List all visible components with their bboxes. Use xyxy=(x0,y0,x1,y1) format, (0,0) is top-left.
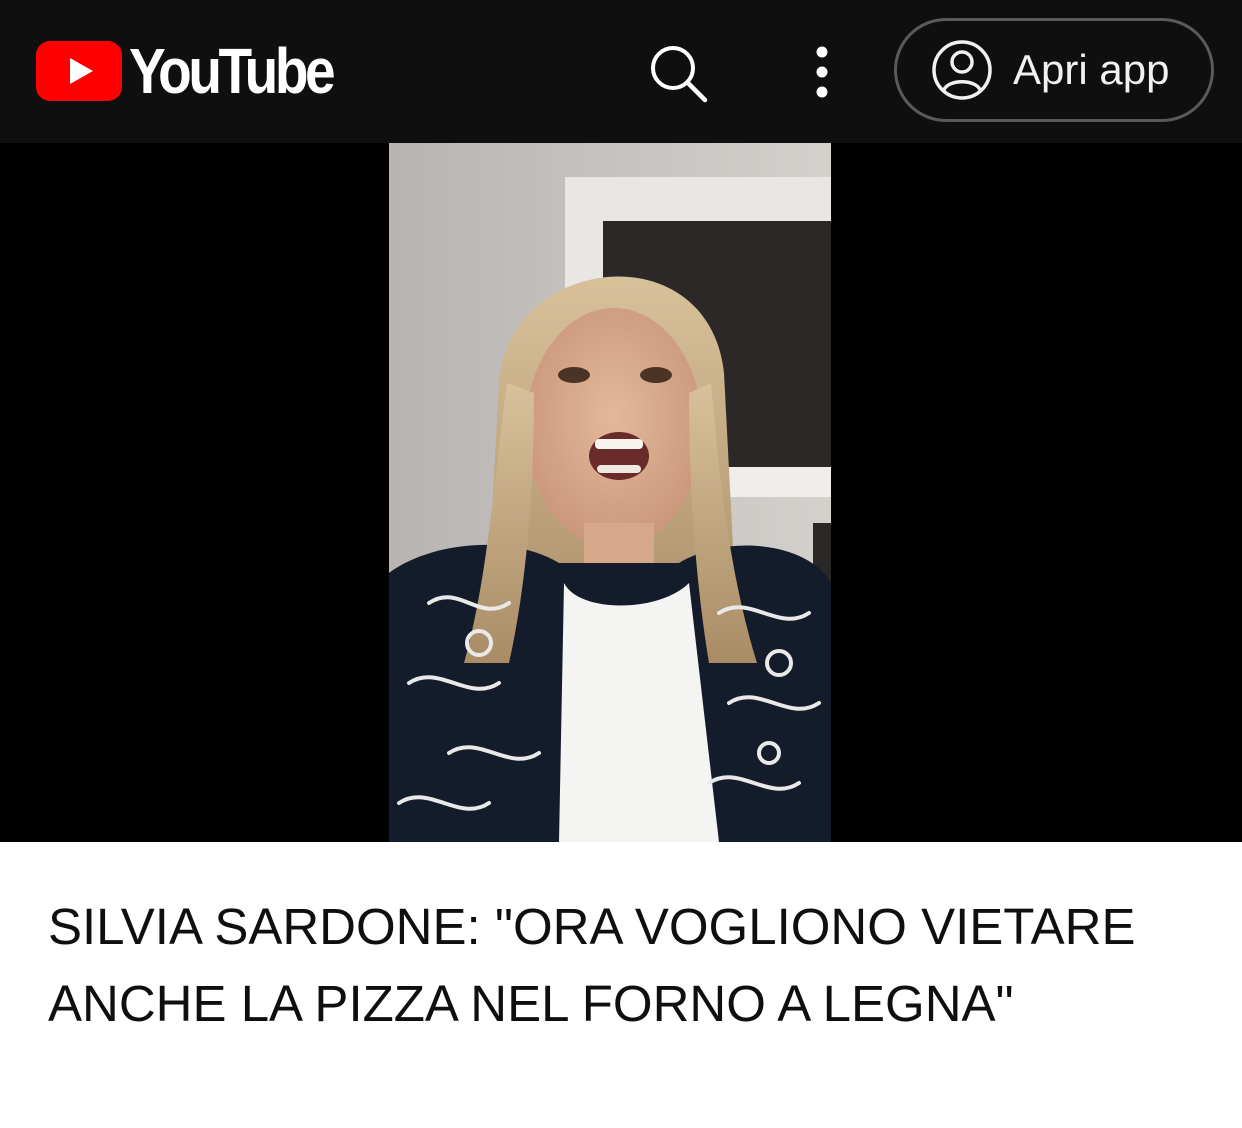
search-button[interactable] xyxy=(645,40,709,104)
video-frame xyxy=(389,143,831,842)
youtube-logo[interactable]: YouTube xyxy=(36,35,365,107)
youtube-play-icon xyxy=(36,41,122,101)
video-player[interactable] xyxy=(0,143,1242,842)
more-vertical-icon xyxy=(816,46,828,98)
more-options-button[interactable] xyxy=(800,40,844,104)
open-app-button[interactable]: Apri app xyxy=(894,18,1214,122)
open-app-label: Apri app xyxy=(1013,46,1170,93)
search-icon xyxy=(651,46,708,103)
video-frame-image xyxy=(389,143,831,842)
account-circle-icon xyxy=(932,40,992,100)
top-app-bar: YouTube Apri app xyxy=(0,0,1242,143)
video-title: SILVIA SARDONE: "ORA VOGLIONO VIETARE AN… xyxy=(48,898,1136,1032)
logo-wordmark: YouTube xyxy=(129,35,336,107)
